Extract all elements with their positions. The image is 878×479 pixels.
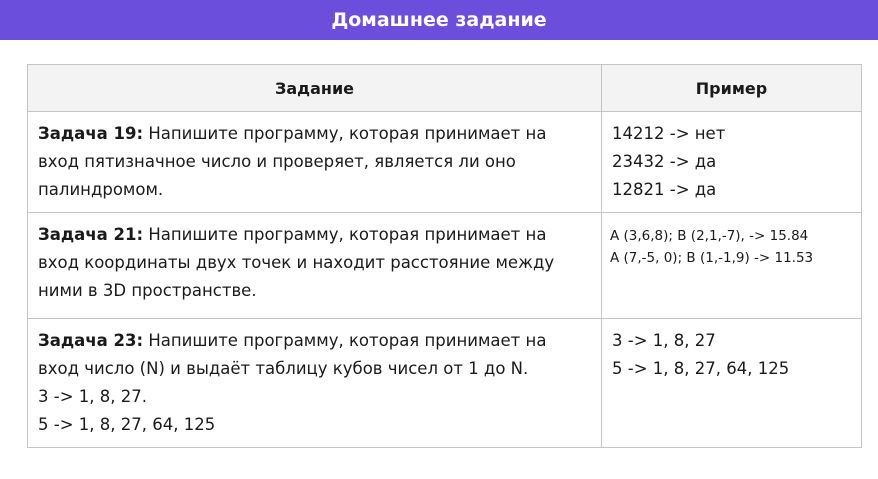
example-line: 3 -> 1, 8, 27 [612, 331, 716, 350]
column-header-example: Пример [601, 64, 862, 112]
example-line: 23432 -> да [612, 152, 717, 171]
example-line: A (7,-5, 0); B (1,-1,9) -> 11.53 [610, 250, 814, 266]
task-extra-line: 3 -> 1, 8, 27. [38, 387, 147, 406]
example-line: A (3,6,8); B (2,1,-7), -> 15.84 [610, 228, 809, 244]
table-row: Задача 21: Напишите программу, которая п… [27, 212, 862, 319]
homework-table: Задание Пример Задача 19: Напишите прогр… [27, 64, 862, 448]
table-row: Задача 23: Напишите программу, которая п… [27, 318, 862, 448]
example-cell: 3 -> 1, 8, 27 5 -> 1, 8, 27, 64, 125 [601, 318, 862, 448]
table-header-row: Задание Пример [27, 64, 862, 112]
task-cell: Задача 23: Напишите программу, которая п… [27, 318, 602, 448]
task-extra-line: 5 -> 1, 8, 27, 64, 125 [38, 415, 216, 434]
column-header-task: Задание [27, 64, 602, 112]
task-cell: Задача 21: Напишите программу, которая п… [27, 212, 602, 319]
task-label: Задача 21: [38, 225, 144, 244]
table-row: Задача 19: Напишите программу, которая п… [27, 111, 862, 213]
task-label: Задача 23: [38, 331, 144, 350]
example-line: 14212 -> нет [612, 124, 726, 143]
task-label: Задача 19: [38, 124, 144, 143]
example-cell: A (3,6,8); B (2,1,-7), -> 15.84 A (7,-5,… [601, 212, 862, 319]
example-cell: 14212 -> нет 23432 -> да 12821 -> да [601, 111, 862, 213]
example-line: 5 -> 1, 8, 27, 64, 125 [612, 359, 790, 378]
page-header: Домашнее задание [0, 0, 878, 40]
task-cell: Задача 19: Напишите программу, которая п… [27, 111, 602, 213]
example-line: 12821 -> да [612, 180, 717, 199]
page-title: Домашнее задание [331, 9, 547, 31]
